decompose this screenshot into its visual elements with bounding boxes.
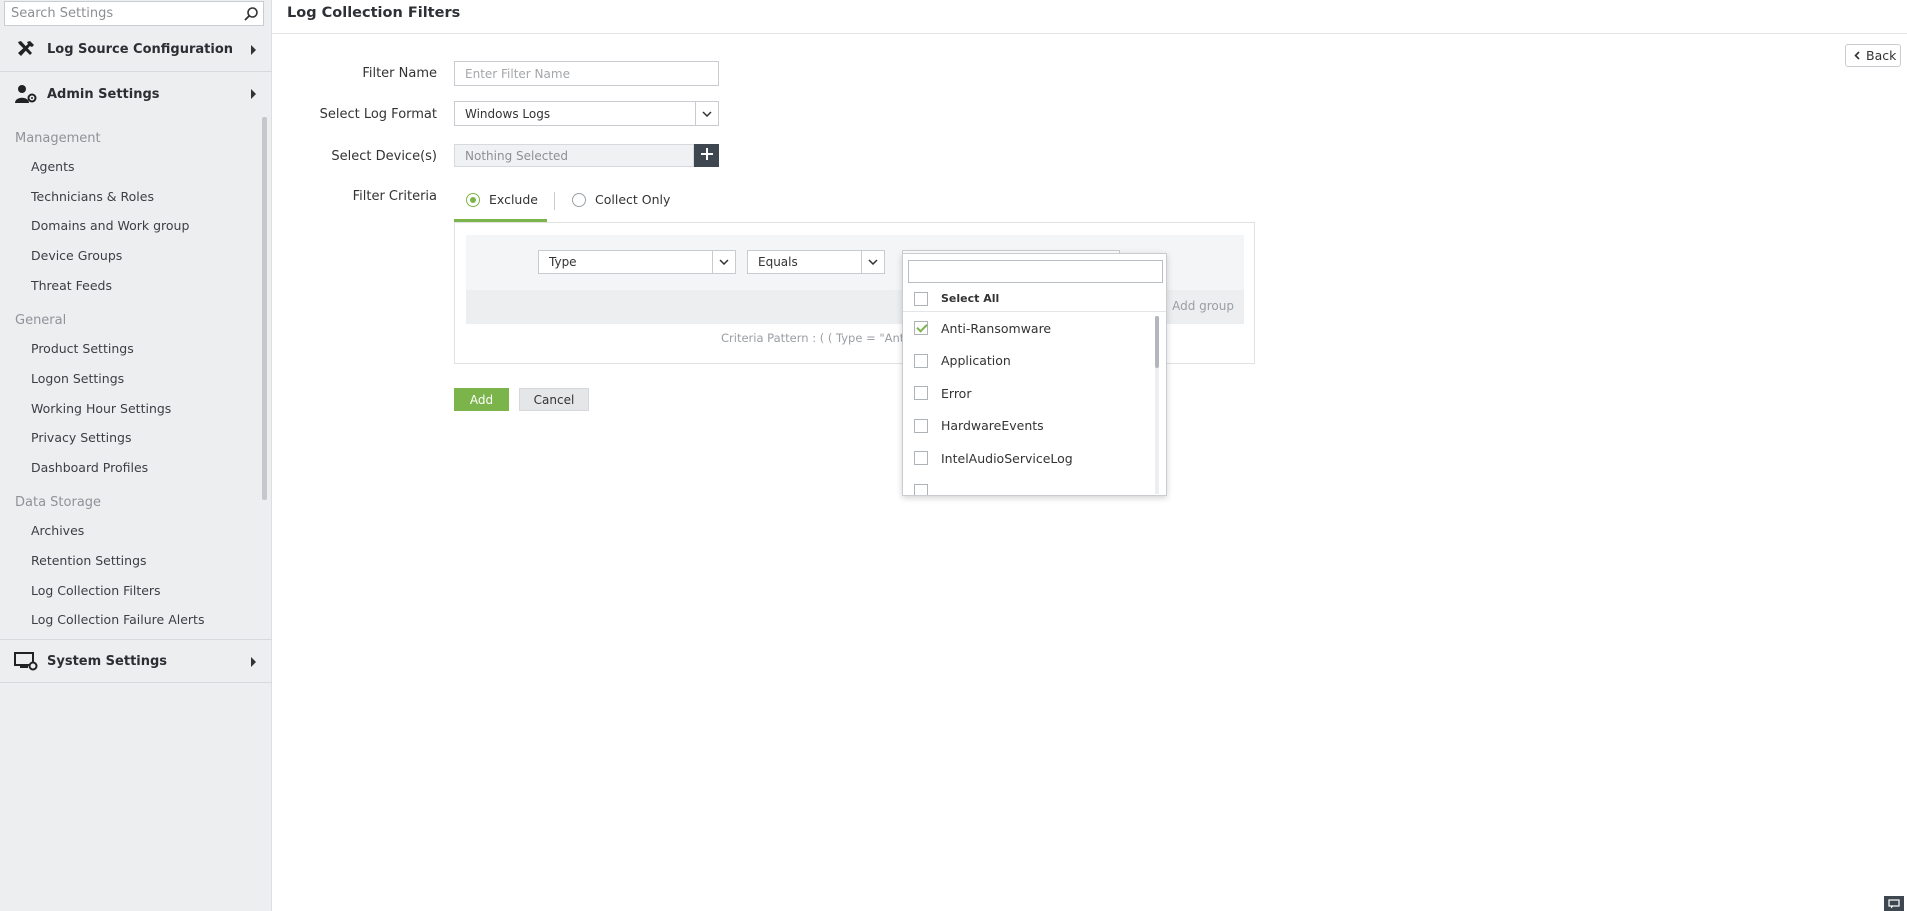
chevron-right-icon [251,45,256,55]
option-checkbox[interactable] [914,451,928,466]
title-divider [272,33,1907,34]
select-all-label: Select All [941,292,1000,305]
exclude-radio[interactable] [466,192,480,207]
sidebar-item-dashboard-profiles[interactable]: Dashboard Profiles [31,460,148,475]
page-title: Log Collection Filters [287,5,461,21]
sidebar-item-domains-workgroup[interactable]: Domains and Work group [31,218,189,233]
filter-name-input[interactable] [454,61,719,86]
sidebar-item-retention-settings[interactable]: Retention Settings [31,553,147,568]
tab-collect-only-label: Collect Only [595,192,671,207]
dropdown-option[interactable]: Application [903,345,1151,378]
settings-search-input[interactable] [5,2,239,25]
criteria-field-select[interactable]: Type [538,250,736,274]
device-select[interactable]: Nothing Selected [454,144,694,167]
select-all-checkbox[interactable] [914,291,928,306]
option-checkbox[interactable] [914,418,928,433]
nav-section-admin-settings[interactable]: Admin Settings [0,72,272,116]
chevron-right-icon [251,89,256,99]
option-checkbox[interactable] [914,321,928,336]
criteria-operator-select[interactable]: Equals [747,250,885,274]
tab-exclude-label: Exclude [489,192,538,207]
filter-criteria-label: Filter Criteria [352,189,437,204]
log-format-select[interactable]: Windows Logs [454,101,719,126]
criteria-value-dropdown: Select All Anti-Ransomware Application E… [902,253,1167,496]
group-title-management: Management [15,131,101,146]
dropdown-option[interactable]: Error [903,377,1151,410]
sidebar-item-technicians-roles[interactable]: Technicians & Roles [31,189,154,204]
chat-icon[interactable] [1884,896,1904,911]
tab-exclude[interactable]: Exclude [466,192,538,207]
back-button[interactable]: Back [1845,44,1901,67]
user-gear-icon [13,82,39,106]
sidebar-item-log-collection-failure-alerts[interactable]: Log Collection Failure Alerts [31,612,204,627]
chevron-left-icon [1854,48,1860,63]
sidebar-item-archives[interactable]: Archives [31,523,84,538]
option-checkbox[interactable] [914,353,928,368]
dropdown-option[interactable]: IntelAudioServiceLog [903,442,1151,475]
option-label: Error [941,385,972,401]
nav-section-label: Log Source Configuration [47,42,234,57]
nav-section-label: System Settings [47,653,168,669]
select-all-option[interactable]: Select All [903,286,1166,312]
dropdown-option[interactable]: Anti-Ransomware [903,312,1151,345]
sidebar-item-logon-settings[interactable]: Logon Settings [31,371,124,386]
filter-name-label: Filter Name [362,66,437,81]
tools-icon [13,38,39,62]
sidebar-scrollbar[interactable] [262,117,267,500]
chevron-down-icon[interactable] [861,251,884,273]
chevron-down-icon[interactable] [695,102,718,125]
criteria-field-value: Type [549,255,577,269]
chevron-down-icon[interactable] [712,251,735,273]
dropdown-search-input[interactable] [908,260,1163,283]
dropdown-option[interactable]: HardwareEvents [903,410,1151,443]
group-title-general: General [15,313,67,328]
add-button[interactable]: Add [454,388,509,411]
option-label: Anti-Ransomware [941,320,1052,336]
add-device-button[interactable] [694,144,719,167]
dropdown-options-list: Anti-Ransomware Application Error Hardwa… [903,312,1151,495]
nav-section-log-source-configuration[interactable]: Log Source Configuration [0,28,272,72]
option-label: Application [941,353,1011,369]
cancel-button[interactable]: Cancel [519,388,589,411]
option-checkbox[interactable] [914,483,928,495]
search-icon[interactable] [239,2,263,26]
add-group-link[interactable]: Add group [1172,299,1234,313]
sidebar-item-threat-feeds[interactable]: Threat Feeds [31,278,112,293]
log-format-label: Select Log Format [319,107,437,122]
dropdown-scrollbar[interactable] [1155,316,1159,368]
criteria-pattern-text: Criteria Pattern : ( ( Type = "Anti- [721,331,912,345]
nav-section-label: Admin Settings [47,86,160,102]
sidebar-item-log-collection-filters[interactable]: Log Collection Filters [31,583,161,598]
option-label: HardwareEvents [941,418,1044,434]
option-checkbox[interactable] [914,386,928,401]
nav-section-system-settings[interactable]: System Settings [0,639,272,683]
sidebar-item-privacy-settings[interactable]: Privacy Settings [31,430,132,445]
sidebar-item-working-hour-settings[interactable]: Working Hour Settings [31,401,171,416]
settings-sidebar: Log Source Configuration Admin Settings … [0,0,272,911]
chevron-right-icon [251,657,256,667]
plus-icon [700,147,713,164]
sidebar-item-agents[interactable]: Agents [31,159,75,174]
group-title-data-storage: Data Storage [15,495,102,510]
settings-search-box[interactable] [4,1,264,26]
devices-label: Select Device(s) [331,149,437,164]
tab-divider [554,192,555,210]
dropdown-option[interactable] [903,475,1151,495]
back-button-label: Back [1866,48,1897,63]
monitor-gear-icon [13,649,39,673]
log-format-value: Windows Logs [465,106,551,121]
collect-only-radio[interactable] [572,192,586,207]
sidebar-item-product-settings[interactable]: Product Settings [31,341,134,356]
sidebar-item-device-groups[interactable]: Device Groups [31,248,122,263]
tab-collect-only[interactable]: Collect Only [572,192,670,207]
criteria-operator-value: Equals [758,255,798,269]
option-label: IntelAudioServiceLog [941,450,1073,466]
